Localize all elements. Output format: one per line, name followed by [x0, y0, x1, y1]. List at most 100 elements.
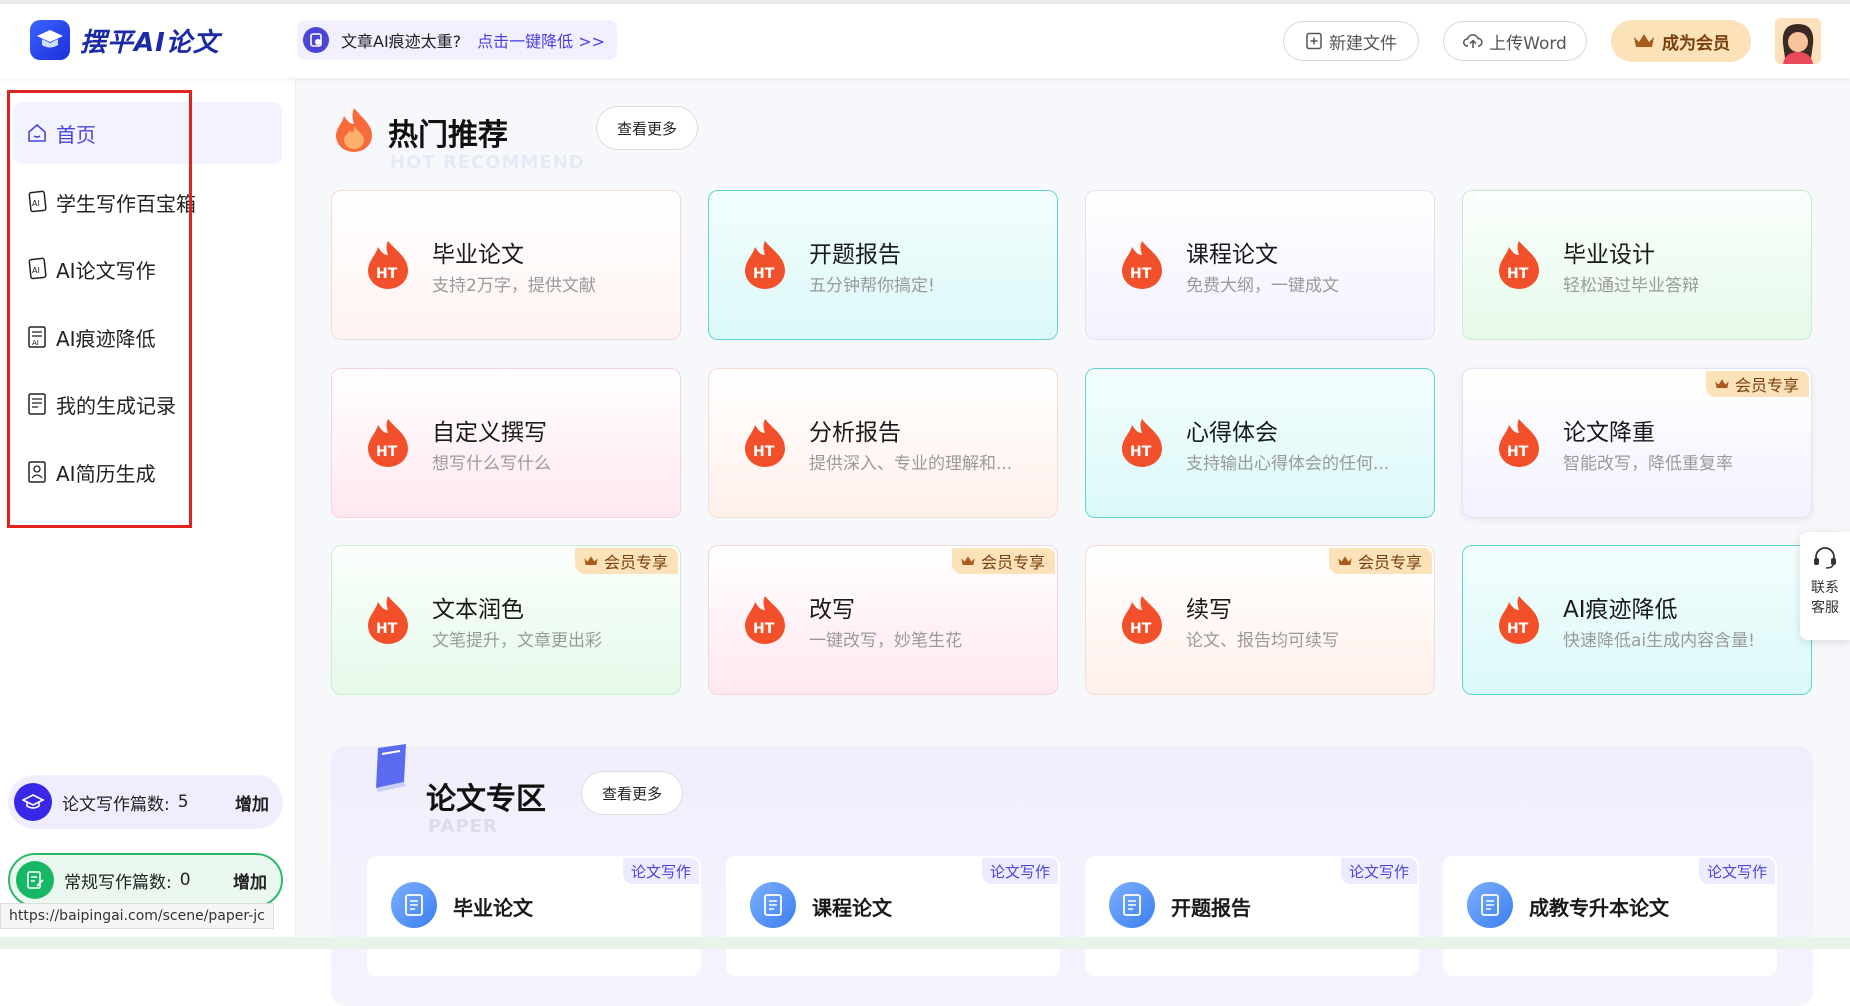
card-desc: 想写什么写什么 — [432, 454, 551, 474]
crown-icon — [1338, 556, 1352, 565]
paper-tag: 论文写作 — [1698, 858, 1775, 884]
hot-card-analysis-report[interactable]: HT 分析报告 提供深入、专业的理解和... — [708, 368, 1058, 518]
card-title: 课程论文 — [1186, 242, 1278, 268]
svg-text:HT: HT — [753, 266, 775, 282]
card-desc: 一键改写，妙笔生花 — [809, 631, 962, 651]
ht-flame-icon: HT — [745, 596, 785, 644]
card-desc: 支持2万字，提供文献 — [432, 276, 596, 296]
cloud-upload-icon — [1463, 34, 1483, 48]
document-icon — [1109, 882, 1155, 928]
card-desc: 免费大纲，一键成文 — [1186, 276, 1339, 296]
hot-card-course-paper[interactable]: HT 课程论文 免费大纲，一键成文 — [1085, 190, 1435, 340]
document-icon — [750, 882, 796, 928]
user-avatar[interactable] — [1775, 18, 1821, 64]
paper-quota-add-button[interactable]: 增加 — [235, 790, 269, 815]
ht-flame-icon: HT — [1499, 419, 1539, 467]
card-desc: 论文、报告均可续写 — [1186, 631, 1339, 651]
header-top-line — [0, 0, 1850, 4]
card-desc: 快速降低ai生成内容含量! — [1563, 631, 1755, 651]
hot-more-button[interactable]: 查看更多 — [596, 106, 699, 150]
hot-card-graduation-design[interactable]: HT 毕业设计 轻松通过毕业答辩 — [1462, 190, 1812, 340]
paper-card-adult-education[interactable]: 论文写作 成教专升本论文 — [1443, 856, 1777, 976]
paper-section-title: 论文专区 — [426, 782, 546, 817]
paper-card-proposal[interactable]: 论文写作 开题报告 — [1085, 856, 1419, 976]
ht-flame-icon: HT — [1122, 241, 1162, 289]
top-header: 摆平AI论文 文章AI痕迹太重? 点击一键降低 >> 新建文件 上传Word 成… — [0, 0, 1850, 78]
book-icon — [368, 740, 414, 794]
hot-card-custom-writing[interactable]: HT 自定义撰写 想写什么写什么 — [331, 368, 681, 518]
become-vip-label: 成为会员 — [1662, 33, 1730, 54]
main-content: 热门推荐 HOT RECOMMEND 查看更多 HT 毕业论文 支持2万字，提供… — [296, 78, 1850, 1006]
become-vip-button[interactable]: 成为会员 — [1611, 20, 1751, 62]
card-title: 分析报告 — [809, 420, 901, 446]
upload-word-button[interactable]: 上传Word — [1443, 21, 1587, 61]
card-desc: 智能改写，降低重复率 — [1563, 454, 1733, 474]
hot-card-ai-trace-reduce[interactable]: HT AI痕迹降低 快速降低ai生成内容含量! — [1462, 545, 1812, 695]
mortarboard-logo-icon — [30, 20, 70, 60]
card-title: 续写 — [1186, 597, 1232, 623]
normal-quota-add-button[interactable]: 增加 — [233, 868, 267, 893]
svg-text:HT: HT — [753, 444, 775, 460]
card-desc: 提供深入、专业的理解和... — [809, 454, 1013, 474]
card-desc: 支持输出心得体会的任何... — [1186, 454, 1390, 474]
paper-card-title: 成教专升本论文 — [1529, 896, 1669, 920]
hot-card-rewrite[interactable]: 会员专享 HT 改写 一键改写，妙笔生花 — [708, 545, 1058, 695]
new-file-label: 新建文件 — [1329, 33, 1397, 54]
card-title: 心得体会 — [1186, 420, 1278, 446]
svg-text:HT: HT — [1130, 444, 1152, 460]
hot-card-reflection[interactable]: HT 心得体会 支持输出心得体会的任何... — [1085, 368, 1435, 518]
paper-quota-label: 论文写作篇数: — [62, 794, 170, 815]
crown-icon — [1715, 379, 1729, 388]
document-icon — [1467, 882, 1513, 928]
svg-text:HT: HT — [1507, 621, 1529, 637]
normal-quota-label: 常规写作篇数: — [64, 872, 172, 893]
paper-card-title: 课程论文 — [812, 896, 892, 920]
card-desc: 轻松通过毕业答辩 — [1563, 276, 1699, 296]
paper-card-course[interactable]: 论文写作 课程论文 — [726, 856, 1060, 976]
crown-icon — [584, 556, 598, 565]
bottom-strip — [0, 937, 1850, 949]
paper-tag: 论文写作 — [981, 858, 1058, 884]
status-bar-url: https://baipingai.com/scene/paper-jc — [0, 903, 274, 929]
logo-text: 摆平AI论文 — [80, 27, 220, 58]
ai-trace-promo[interactable]: 文章AI痕迹太重? 点击一键降低 >> — [297, 20, 617, 60]
card-title: 改写 — [809, 597, 855, 623]
card-desc: 文笔提升，文章更出彩 — [432, 631, 602, 651]
card-title: 开题报告 — [809, 242, 901, 268]
hot-card-plagiarism-reduce[interactable]: 会员专享 HT 论文降重 智能改写，降低重复率 — [1462, 368, 1812, 518]
normal-quota: 常规写作篇数: 0 增加 — [8, 853, 283, 907]
card-desc: 五分钟帮你搞定! — [809, 276, 935, 296]
hot-section-subtitle: HOT RECOMMEND — [390, 152, 585, 173]
vip-badge: 会员专享 — [1328, 548, 1432, 574]
logo[interactable]: 摆平AI论文 — [30, 20, 220, 60]
crown-icon — [961, 556, 975, 565]
svg-text:HT: HT — [376, 444, 398, 460]
paper-section-subtitle: PAPER — [428, 816, 498, 837]
vip-badge: 会员专享 — [574, 548, 678, 574]
card-title: AI痕迹降低 — [1563, 597, 1678, 623]
paper-card-graduation[interactable]: 论文写作 毕业论文 — [367, 856, 701, 976]
promo-link[interactable]: 点击一键降低 >> — [477, 28, 605, 52]
paper-quota: 论文写作篇数: 5 增加 — [8, 775, 283, 829]
svg-text:HT: HT — [376, 621, 398, 637]
ai-shield-icon — [303, 27, 329, 53]
upload-word-label: 上传Word — [1489, 33, 1567, 54]
ht-flame-icon: HT — [1122, 419, 1162, 467]
edit-doc-icon — [16, 861, 54, 899]
card-title: 文本润色 — [432, 597, 524, 623]
sidebar-highlight-frame — [7, 90, 192, 528]
hot-card-continue-writing[interactable]: 会员专享 HT 续写 论文、报告均可续写 — [1085, 545, 1435, 695]
service-label-1: 联系 — [1811, 580, 1839, 596]
document-icon — [391, 882, 437, 928]
flame-icon — [332, 106, 376, 152]
paper-more-button[interactable]: 查看更多 — [581, 771, 684, 815]
hot-card-text-polish[interactable]: 会员专享 HT 文本润色 文笔提升，文章更出彩 — [331, 545, 681, 695]
card-title: 毕业论文 — [432, 242, 524, 268]
hot-card-proposal-report[interactable]: HT 开题报告 五分钟帮你搞定! — [708, 190, 1058, 340]
new-file-button[interactable]: 新建文件 — [1283, 21, 1419, 61]
hot-card-graduation-thesis[interactable]: HT 毕业论文 支持2万字，提供文献 — [331, 190, 681, 340]
ht-flame-icon: HT — [368, 596, 408, 644]
ht-flame-icon: HT — [368, 419, 408, 467]
svg-text:HT: HT — [1130, 266, 1152, 282]
customer-service-button[interactable]: 联系 客服 — [1800, 532, 1850, 640]
